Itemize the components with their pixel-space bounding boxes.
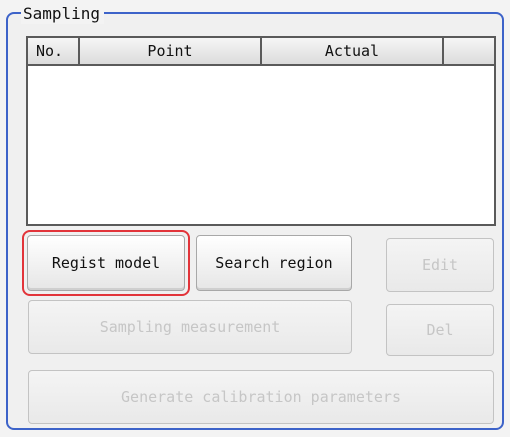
- search-region-button[interactable]: Search region: [196, 235, 352, 291]
- column-header-blank: [444, 38, 494, 64]
- sampling-table[interactable]: No. Point Actual: [26, 36, 496, 226]
- generate-calibration-parameters-button[interactable]: Generate calibration parameters: [28, 370, 494, 424]
- regist-model-button[interactable]: Regist model: [27, 235, 185, 291]
- table-header: No. Point Actual: [28, 38, 494, 66]
- column-header-point[interactable]: Point: [80, 38, 262, 64]
- panel-title: Sampling: [21, 4, 105, 24]
- sampling-measurement-button[interactable]: Sampling measurement: [28, 300, 352, 354]
- column-header-no[interactable]: No.: [28, 38, 80, 64]
- edit-button[interactable]: Edit: [386, 238, 494, 292]
- delete-button[interactable]: Del: [386, 304, 494, 356]
- table-body[interactable]: [28, 66, 494, 224]
- column-header-actual[interactable]: Actual: [262, 38, 444, 64]
